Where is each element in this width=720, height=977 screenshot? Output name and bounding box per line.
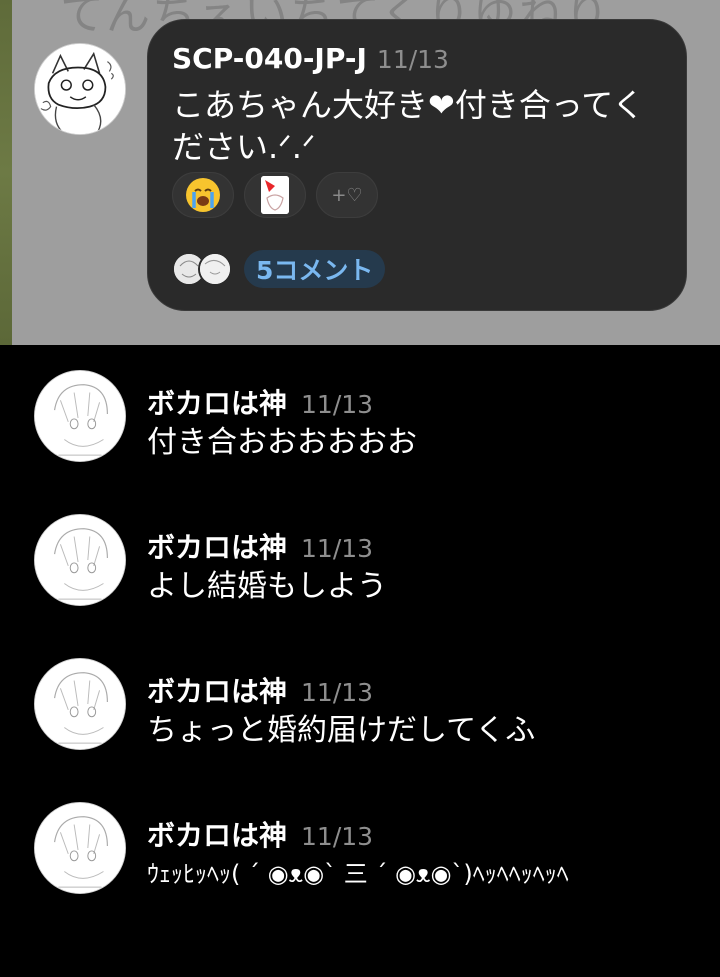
comment-author-name[interactable]: ボカロは神 <box>147 387 287 420</box>
sticker-icon <box>261 176 289 214</box>
add-reaction-button[interactable]: +♡ <box>316 172 378 218</box>
comment-author-name[interactable]: ボカロは神 <box>147 819 287 852</box>
anime-sketch-avatar-icon <box>35 659 125 749</box>
comment-header: ボカロは神 11/13 <box>147 382 373 422</box>
comment-count-button[interactable]: 5コメント <box>244 250 386 288</box>
commenter-avatar[interactable] <box>34 514 126 606</box>
comment-header: ボカロは神 11/13 <box>147 814 373 854</box>
post-author-avatar[interactable] <box>34 43 126 135</box>
comment-date: 11/13 <box>301 534 374 563</box>
reaction-crying-face[interactable] <box>172 172 234 218</box>
anime-sketch-avatar-icon <box>35 803 125 893</box>
comment-date: 11/13 <box>301 678 374 707</box>
crying-face-emoji-icon <box>186 178 220 212</box>
comment-author-name[interactable]: ボカロは神 <box>147 675 287 708</box>
comment-text: よし結婚もしよう <box>147 569 387 604</box>
commenter-avatar <box>198 252 232 286</box>
commenter-avatar[interactable] <box>34 370 126 462</box>
post-header: SCP-040-JP-J 11/13 <box>172 42 449 75</box>
cat-sketch-avatar-icon <box>35 44 125 134</box>
post-date: 11/13 <box>376 45 449 74</box>
post-text: こあちゃん大好き❤付き合ってください.ᐟ.ᐟ <box>172 86 645 166</box>
comment-text: 付き合おおおおおお <box>147 425 417 460</box>
comment-text: ちょっと婚約届けだしてくふ <box>147 713 536 748</box>
comment-author-name[interactable]: ボカロは神 <box>147 531 287 564</box>
comment-date: 11/13 <box>301 822 374 851</box>
wallpaper-edge <box>0 0 12 345</box>
comment-header: ボカロは神 11/13 <box>147 670 373 710</box>
comments-summary[interactable]: 5コメント <box>172 250 386 288</box>
anime-sketch-avatar-icon <box>35 515 125 605</box>
reaction-sticker[interactable] <box>244 172 306 218</box>
anime-sketch-avatar-icon <box>35 371 125 461</box>
commenter-avatar[interactable] <box>34 658 126 750</box>
add-reaction-heart-icon: +♡ <box>331 184 363 206</box>
commenter-avatar[interactable] <box>34 802 126 894</box>
comment-text: ｳｪｯﾋｯﾍｯ( ´ ◉ᴥ◉` 三 ´ ◉ᴥ◉`)ﾍｯﾍﾍｯﾍｯﾍ <box>147 860 569 888</box>
chat-screen: てんちえいちてくりゆねり SCP-040-JP-J11/13 こあちゃん大好き❤… <box>0 0 720 977</box>
reaction-bar: +♡ <box>172 172 378 218</box>
comment-header: ボカロは神 11/13 <box>147 526 373 566</box>
post-bubble[interactable]: SCP-040-JP-J 11/13 こあちゃん大好き❤付き合ってください.ᐟ.ᐟ <box>147 19 687 311</box>
comment-date: 11/13 <box>301 390 374 419</box>
post-author-name[interactable]: SCP-040-JP-J <box>172 42 367 75</box>
